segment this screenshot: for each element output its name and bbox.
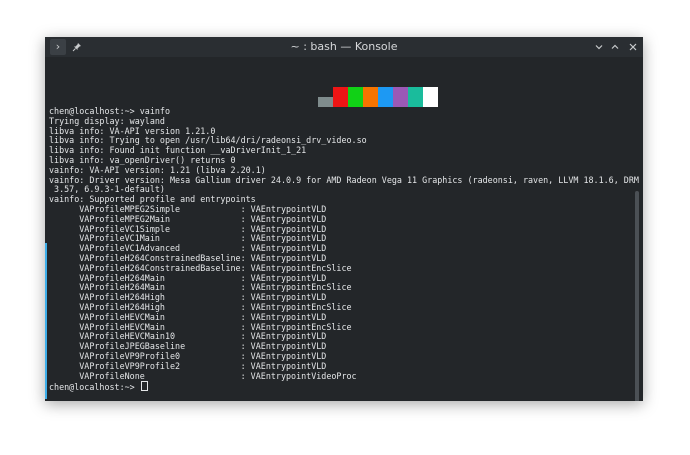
output-marker <box>45 243 47 399</box>
scrollbar[interactable] <box>635 191 639 401</box>
color-swatch <box>378 87 393 107</box>
konsole-window: › ~ : bash — Konsole chen@localhost:~> v… <box>45 37 643 401</box>
prompt-text: chen@localhost:~> <box>49 382 140 393</box>
prompt-line[interactable]: chen@localhost:~> <box>49 381 639 393</box>
chevron-up-icon[interactable] <box>607 39 623 55</box>
terminal-view[interactable]: chen@localhost:~> vainfo Trying display: … <box>45 57 643 401</box>
chevron-down-icon[interactable] <box>591 39 607 55</box>
color-swatch <box>393 87 408 107</box>
terminal-output: chen@localhost:~> vainfo Trying display: … <box>49 106 639 393</box>
color-swatch <box>408 87 423 107</box>
color-swatch <box>333 87 348 107</box>
color-swatch <box>363 87 378 107</box>
terminal-line: VAProfileNone : VAEntrypointVideoProc <box>49 370 357 381</box>
color-swatch <box>318 97 333 107</box>
color-swatch <box>423 87 438 107</box>
color-swatch <box>348 87 363 107</box>
text-cursor <box>140 381 148 392</box>
close-icon[interactable] <box>625 39 641 55</box>
window-title: ~ : bash — Konsole <box>290 40 398 53</box>
title-bar[interactable]: › ~ : bash — Konsole <box>45 37 643 57</box>
